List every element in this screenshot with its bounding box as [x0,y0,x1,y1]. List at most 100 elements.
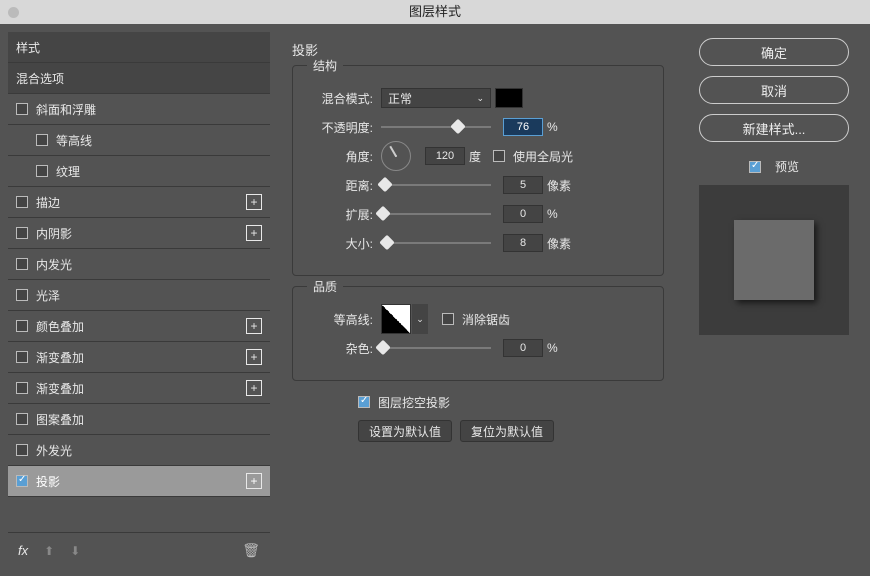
move-up-icon[interactable]: ⬆ [44,544,54,558]
window-close-dot[interactable] [8,7,19,18]
effect-row-3[interactable]: 描边+ [8,187,270,218]
reset-default-button[interactable]: 复位为默认值 [460,420,554,442]
effect-checkbox[interactable] [16,320,28,332]
distance-slider[interactable] [381,178,491,192]
window-title: 图层样式 [409,4,461,19]
structure-label: 结构 [307,57,343,74]
effect-label: 内发光 [36,256,262,273]
noise-label: 杂色: [307,340,373,357]
add-instance-button[interactable]: + [246,380,262,396]
effect-checkbox[interactable] [16,351,28,363]
spread-label: 扩展: [307,206,373,223]
knockout-checkbox[interactable] [358,396,370,408]
spread-slider[interactable] [381,207,491,221]
effect-row-0[interactable]: 斜面和浮雕 [8,94,270,125]
structure-group: 结构 混合模式: 正常 ⌄ 不透明度: 76 % 角度: [292,65,664,276]
panel-title: 投影 [292,40,664,59]
blend-mode-select[interactable]: 正常 ⌄ [381,88,491,108]
chevron-down-icon: ⌄ [476,93,484,104]
noise-input[interactable]: 0 [503,339,543,357]
preview-checkbox[interactable] [749,161,761,173]
contour-label: 等高线: [307,311,373,328]
contour-picker[interactable] [381,304,411,334]
effect-checkbox[interactable] [16,258,28,270]
ok-button[interactable]: 确定 [699,38,849,66]
opacity-input[interactable]: 76 [503,118,543,136]
effect-row-7[interactable]: 颜色叠加+ [8,311,270,342]
effect-row-8[interactable]: 渐变叠加+ [8,342,270,373]
effects-sidebar: 样式 混合选项 斜面和浮雕等高线纹理描边+内阴影+内发光光泽颜色叠加+渐变叠加+… [8,32,270,568]
blend-mode-label: 混合模式: [307,90,373,107]
effect-row-1[interactable]: 等高线 [8,125,270,156]
fx-menu[interactable]: fx [18,543,28,558]
knockout-label: 图层挖空投影 [378,394,450,411]
effect-checkbox[interactable] [16,289,28,301]
effect-label: 纹理 [56,163,262,180]
effect-row-12[interactable]: 投影+ [8,466,270,497]
effect-label: 颜色叠加 [36,318,246,335]
opacity-label: 不透明度: [307,119,373,136]
add-instance-button[interactable]: + [246,473,262,489]
effect-checkbox[interactable] [16,227,28,239]
window-titlebar: 图层样式 [0,0,870,24]
effect-row-2[interactable]: 纹理 [8,156,270,187]
preview-box [699,185,849,335]
opacity-slider[interactable] [381,120,491,134]
effect-checkbox[interactable] [16,196,28,208]
distance-input[interactable]: 5 [503,176,543,194]
global-light-checkbox[interactable] [493,150,505,162]
effect-label: 渐变叠加 [36,380,246,397]
chevron-down-icon: ⌄ [416,314,424,325]
size-label: 大小: [307,235,373,252]
add-instance-button[interactable]: + [246,349,262,365]
antialias-label: 消除锯齿 [462,311,510,328]
move-down-icon[interactable]: ⬇ [70,544,80,558]
effect-row-6[interactable]: 光泽 [8,280,270,311]
contour-dropdown[interactable]: ⌄ [412,304,428,334]
effect-row-10[interactable]: 图案叠加 [8,404,270,435]
new-style-button[interactable]: 新建样式... [699,114,849,142]
spread-input[interactable]: 0 [503,205,543,223]
effect-checkbox[interactable] [16,444,28,456]
effect-checkbox[interactable] [16,103,28,115]
quality-label: 品质 [307,278,343,295]
angle-dial[interactable] [381,141,411,171]
effect-row-9[interactable]: 渐变叠加+ [8,373,270,404]
global-light-label: 使用全局光 [513,148,573,165]
angle-input[interactable]: 120 [425,147,465,165]
size-input[interactable]: 8 [503,234,543,252]
cancel-button[interactable]: 取消 [699,76,849,104]
effect-label: 光泽 [36,287,262,304]
effect-checkbox[interactable] [36,134,48,146]
noise-slider[interactable] [381,341,491,355]
sidebar-footer: fx ⬆ ⬇ 🗑 [8,532,270,568]
size-slider[interactable] [381,236,491,250]
preview-label: 预览 [775,158,799,175]
blending-options[interactable]: 混合选项 [8,63,270,94]
add-instance-button[interactable]: + [246,318,262,334]
effect-label: 渐变叠加 [36,349,246,366]
effect-label: 描边 [36,194,246,211]
antialias-checkbox[interactable] [442,313,454,325]
effect-row-5[interactable]: 内发光 [8,249,270,280]
set-default-button[interactable]: 设置为默认值 [358,420,452,442]
add-instance-button[interactable]: + [246,194,262,210]
add-instance-button[interactable]: + [246,225,262,241]
effect-checkbox[interactable] [16,475,28,487]
effect-row-11[interactable]: 外发光 [8,435,270,466]
effect-label: 图案叠加 [36,411,262,428]
settings-panel: 投影 结构 混合模式: 正常 ⌄ 不透明度: 76 % 角度: [278,32,678,568]
styles-header[interactable]: 样式 [8,32,270,63]
effect-label: 外发光 [36,442,262,459]
shadow-color-swatch[interactable] [495,88,523,108]
effect-row-4[interactable]: 内阴影+ [8,218,270,249]
trash-icon[interactable]: 🗑 [242,542,260,559]
effect-label: 内阴影 [36,225,246,242]
effect-label: 等高线 [56,132,262,149]
preview-swatch [734,220,814,300]
right-panel: 确定 取消 新建样式... 预览 [686,32,862,568]
effect-checkbox[interactable] [16,382,28,394]
effect-checkbox[interactable] [36,165,48,177]
quality-group: 品质 等高线: ⌄ 消除锯齿 杂色: 0 % [292,286,664,381]
effect-checkbox[interactable] [16,413,28,425]
